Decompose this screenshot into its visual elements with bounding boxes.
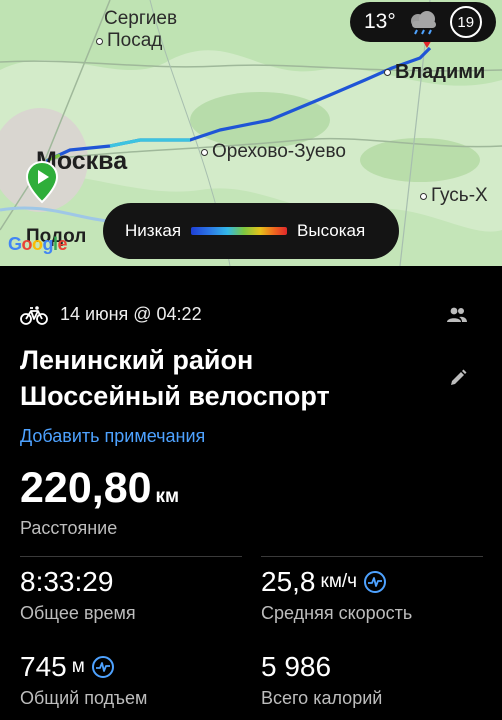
legend-high-label: Высокая — [297, 221, 366, 240]
stat-elevation: 745 м Общий подъем — [20, 651, 148, 708]
city-sergiev-posad: Сергиев Посад — [96, 8, 177, 52]
activity-datetime: 14 июня @ 04:22 — [60, 304, 202, 324]
activity-title: Ленинский район Шоссейный велоспорт — [20, 345, 330, 411]
activity-meta: 14 июня @ 04:22 — [20, 304, 202, 325]
activity-details: 14 июня @ 04:22 Ленинский район Шоссейны… — [0, 266, 502, 720]
city-dot-icon — [384, 69, 391, 76]
distance-value: 220,80 км — [20, 464, 180, 512]
add-note-link[interactable]: Добавить примечания — [20, 426, 205, 447]
divider — [20, 556, 242, 557]
city-dot-icon — [420, 192, 427, 200]
start-marker-icon — [25, 160, 59, 204]
city-gus: Гусь-Х — [420, 185, 488, 207]
distance-label: Расстояние — [20, 518, 118, 538]
pulse-chart-icon[interactable] — [91, 655, 115, 679]
pulse-chart-icon[interactable] — [363, 570, 387, 594]
air-quality-badge: 19 — [449, 6, 482, 38]
bicycle-icon — [20, 305, 48, 325]
city-dot-icon — [96, 37, 103, 45]
city-orekhovo-zuevo: Орехово-Зуево — [201, 141, 346, 163]
pencil-icon[interactable] — [448, 368, 468, 388]
stat-calories: 5 986 Всего калорий — [261, 651, 383, 708]
city-dot-icon — [201, 148, 208, 156]
route-map[interactable]: Сергиев Посад Владими Москва Орехово-Зуе… — [0, 0, 502, 266]
google-logo: Google — [8, 234, 68, 254]
weather-widget[interactable]: 13° 19 — [350, 2, 496, 42]
city-vladimir: Владими — [384, 61, 485, 84]
divider — [261, 556, 483, 557]
legend-gradient-bar — [191, 227, 288, 235]
people-icon[interactable] — [446, 306, 468, 324]
legend-low-label: Низкая — [125, 221, 182, 240]
intensity-legend: Низкая Высокая — [103, 203, 399, 259]
stat-total-time: 8:33:29 Общее время — [20, 566, 136, 623]
cloud-rain-icon — [410, 11, 436, 35]
stat-avg-speed: 25,8 км/ч Средняя скорость — [261, 566, 413, 623]
weather-temperature: 13° — [364, 10, 396, 33]
